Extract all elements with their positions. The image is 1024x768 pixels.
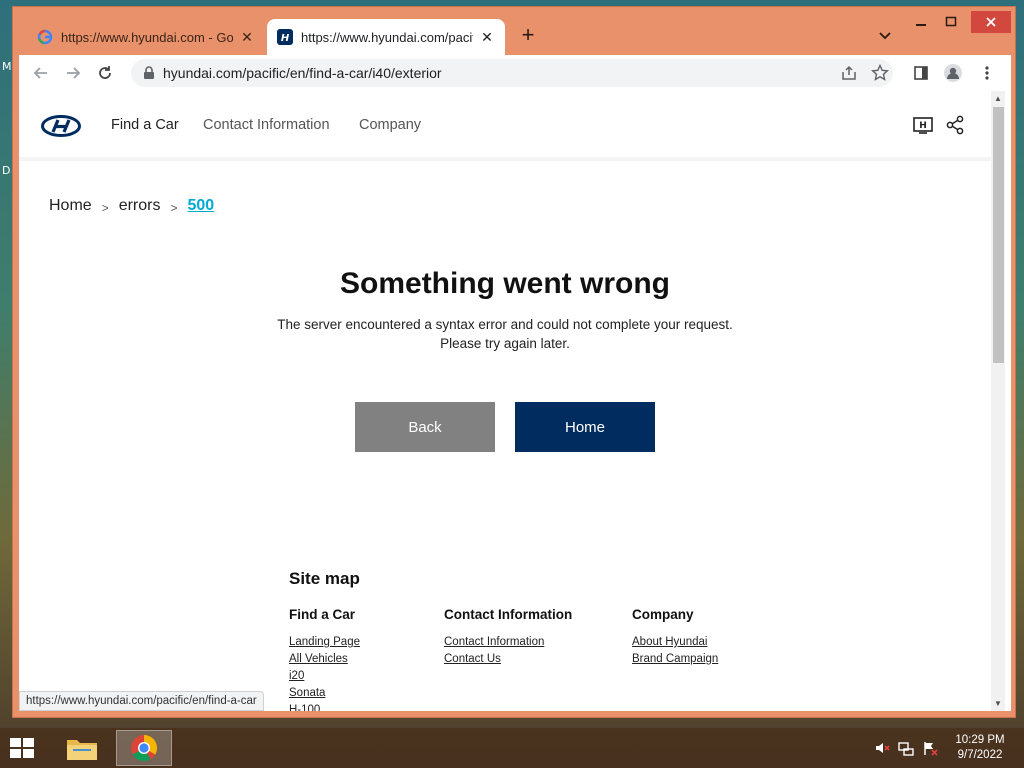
browser-window: https://www.hyundai.com - Goo ✕ H https:… (12, 6, 1016, 718)
sitemap-link[interactable]: Brand Campaign (632, 651, 718, 668)
tab-google[interactable]: https://www.hyundai.com - Goo ✕ (27, 19, 265, 55)
breadcrumb-errors[interactable]: errors (119, 197, 161, 215)
maximize-icon[interactable] (937, 11, 965, 33)
error-message-line: The server encountered a syntax error an… (277, 317, 733, 332)
home-button[interactable]: Home (515, 402, 655, 452)
back-button[interactable]: Back (355, 402, 495, 452)
side-panel-icon[interactable] (911, 63, 931, 83)
taskbar: 10:29 PM 9/7/2022 (0, 728, 1024, 768)
sitemap-heading: Find a Car (289, 607, 356, 622)
browser-toolbar: hyundai.com/pacific/en/find-a-car/i40/ex… (19, 55, 1011, 91)
scroll-up-icon[interactable]: ▲ (994, 94, 1002, 103)
sitemap-link[interactable]: Contact Information (444, 634, 572, 651)
network-icon[interactable] (898, 740, 914, 761)
sitemap-link[interactable]: All Vehicles (289, 651, 360, 668)
system-clock[interactable]: 10:29 PM 9/7/2022 (944, 733, 1016, 763)
action-center-flag-icon[interactable] (922, 740, 938, 761)
clock-date: 9/7/2022 (957, 749, 1003, 761)
sitemap-link[interactable]: i20 (289, 668, 360, 685)
clock-time: 10:29 PM (955, 734, 1005, 746)
windows-start-icon[interactable] (8, 736, 40, 762)
kebab-menu-icon[interactable] (977, 63, 997, 83)
sitemap-column-company: Company About Hyundai Brand Campaign (632, 607, 718, 668)
nav-contact-information[interactable]: Contact Information (203, 117, 330, 133)
share-icon[interactable] (945, 115, 965, 140)
reload-icon[interactable] (95, 63, 115, 83)
scroll-down-icon[interactable]: ▼ (994, 699, 1002, 708)
chevron-right-icon: > (170, 201, 178, 215)
h-icon[interactable]: H (913, 117, 933, 140)
tab-title: https://www.hyundai.com - Goo (61, 29, 233, 45)
tab-close-icon[interactable]: ✕ (239, 29, 255, 45)
error-message: The server encountered a syntax error an… (19, 315, 991, 353)
tab-strip: https://www.hyundai.com - Goo ✕ H https:… (13, 7, 1015, 55)
sitemap-link[interactable]: Sonata (289, 685, 360, 702)
back-arrow-icon[interactable] (31, 63, 51, 83)
address-bar[interactable]: hyundai.com/pacific/en/find-a-car/i40/ex… (131, 59, 893, 87)
breadcrumb-current[interactable]: 500 (188, 197, 215, 215)
tab-hyundai[interactable]: H https://www.hyundai.com/pacific ✕ (267, 19, 505, 55)
sitemap-heading: Contact Information (444, 607, 573, 622)
vertical-scrollbar[interactable]: ▲ ▼ (991, 91, 1005, 711)
google-g-icon (37, 29, 53, 45)
hyundai-logo-icon: H (277, 29, 293, 45)
chevron-down-icon[interactable] (877, 27, 893, 43)
nav-find-a-car[interactable]: Find a Car (111, 117, 179, 133)
lock-icon (143, 66, 155, 85)
sitemap-link[interactable]: Landing Page (289, 634, 360, 651)
sitemap-column-find-a-car: Find a Car Landing Page All Vehicles i20… (289, 607, 360, 711)
error-title: Something went wrong (340, 267, 670, 300)
close-window-icon[interactable] (971, 11, 1011, 33)
sitemap-column-contact: Contact Information Contact Information … (444, 607, 572, 668)
nav-company[interactable]: Company (359, 117, 421, 133)
desktop-edge-text: D (2, 164, 11, 177)
url-text: hyundai.com/pacific/en/find-a-car/i40/ex… (163, 65, 442, 81)
file-explorer-icon[interactable] (54, 730, 110, 766)
breadcrumb: Home > errors > 500 (49, 197, 214, 215)
new-tab-icon[interactable]: + (517, 24, 539, 47)
tab-title: https://www.hyundai.com/pacific (301, 29, 473, 45)
scrollbar-thumb[interactable] (993, 107, 1004, 363)
minimize-icon[interactable] (907, 11, 935, 33)
svg-text:H: H (919, 121, 927, 131)
error-message-line: Please try again later. (440, 336, 570, 351)
page-viewport: Find a Car Contact Information Company H… (19, 91, 1011, 711)
tab-close-icon[interactable]: ✕ (479, 29, 495, 45)
profile-avatar-icon[interactable] (943, 63, 963, 83)
share-icon[interactable] (841, 65, 857, 86)
chrome-icon[interactable] (116, 730, 172, 766)
site-header: Find a Car Contact Information Company H (19, 91, 991, 161)
chevron-right-icon: > (101, 201, 109, 215)
sitemap-link[interactable]: About Hyundai (632, 634, 718, 651)
svg-text:H: H (281, 33, 290, 44)
volume-muted-icon[interactable] (874, 740, 890, 761)
hyundai-logo[interactable] (41, 115, 81, 142)
forward-arrow-icon[interactable] (63, 63, 83, 83)
sitemap-title: Site map (289, 569, 360, 588)
desktop-edge-text: M (2, 60, 12, 73)
breadcrumb-home[interactable]: Home (49, 197, 92, 215)
bookmark-star-icon[interactable] (870, 63, 890, 87)
sitemap-link[interactable]: H-100 (289, 702, 360, 711)
status-bar-url: https://www.hyundai.com/pacific/en/find-… (19, 691, 264, 711)
sitemap-link[interactable]: Contact Us (444, 651, 572, 668)
sitemap-heading: Company (632, 607, 694, 622)
